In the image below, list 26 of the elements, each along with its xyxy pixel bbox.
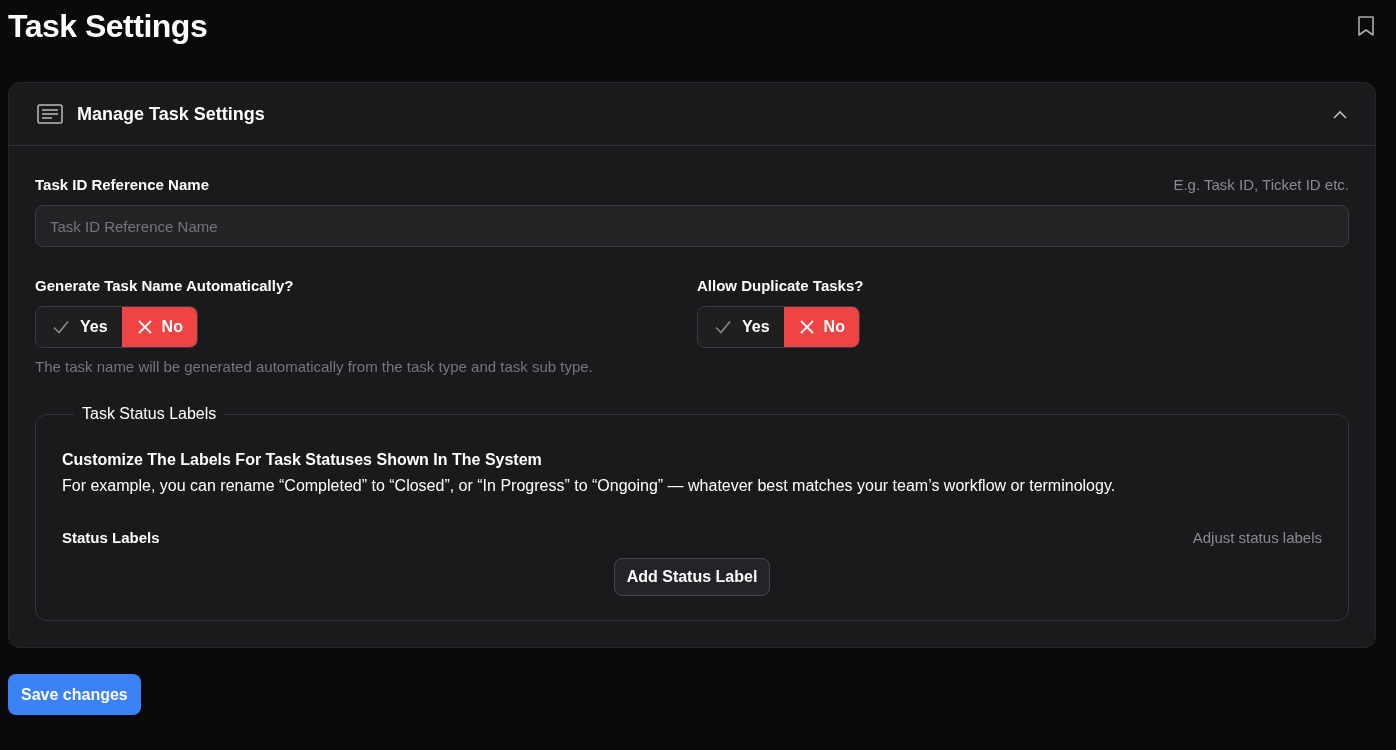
check-icon <box>714 318 732 336</box>
check-icon <box>52 318 70 336</box>
field-label: Generate Task Name Automatically? <box>35 277 295 294</box>
help-text: The task name will be generated automatically from the task type and task sub type. <box>35 358 594 375</box>
save-button[interactable]: Save changes <box>8 674 141 715</box>
page-title: Task Settings <box>8 7 208 45</box>
field-label: Allow Duplicate Tasks? <box>697 277 865 294</box>
field-hint: E.g. Task ID, Ticket ID etc. <box>1173 176 1349 193</box>
field-label: Task ID Reference Name <box>35 176 209 193</box>
input-field[interactable]: Task ID Reference Name <box>35 205 1349 247</box>
field-hint: Adjust status labels <box>1192 529 1322 546</box>
description-text: For example, you can rename “Completed” to “Closed”, or “In Progress” to “Ongoing” — whatever best matches your team’s workflow or terminology. <box>62 477 1117 495</box>
card-title: Manage Task Settings <box>77 103 266 125</box>
panel-legend: Task Status Labels <box>74 405 225 423</box>
toggle-option[interactable]: Yes <box>698 307 784 347</box>
toggle-option[interactable]: No <box>121 307 197 347</box>
chevron-icon[interactable] <box>1333 109 1347 119</box>
section-heading: Customize The Labels For Task Statuses Shown In The System <box>62 451 543 469</box>
bookmark-icon[interactable] <box>1356 15 1376 37</box>
close-icon <box>137 320 152 334</box>
toggle-option[interactable]: No <box>783 307 859 347</box>
field-label: Status Labels <box>62 529 160 546</box>
toggle-option[interactable]: Yes <box>36 307 122 347</box>
document-icon <box>37 104 63 124</box>
close-icon <box>799 320 814 334</box>
add-status-label-button[interactable]: Add Status Label <box>613 558 771 596</box>
